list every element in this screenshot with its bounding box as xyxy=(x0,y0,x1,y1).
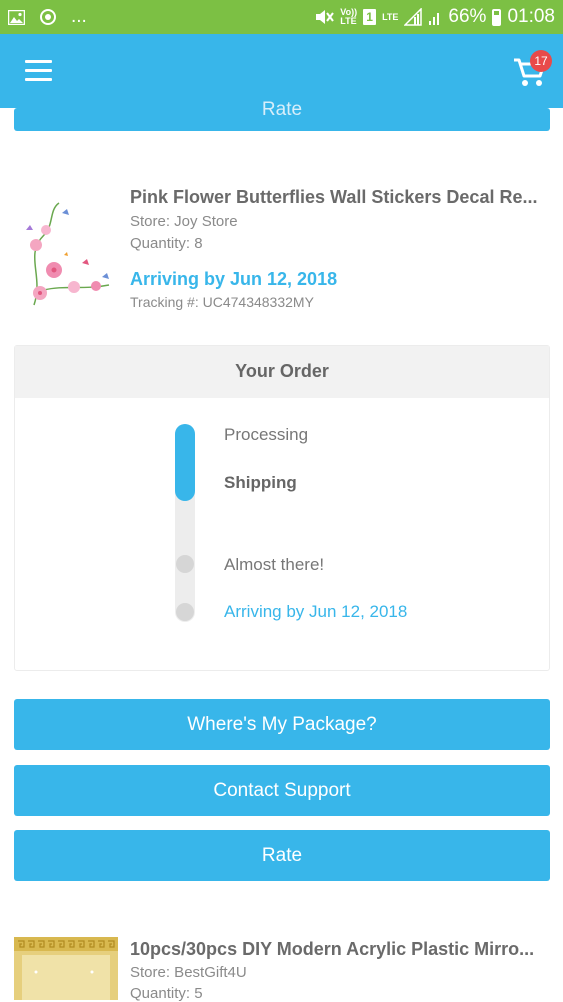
sync-icon xyxy=(40,9,56,25)
rate-button[interactable]: Rate xyxy=(14,830,550,881)
product-store-2: Store: BestGift4U xyxy=(130,964,247,981)
network-type: LTE xyxy=(382,11,399,22)
rate-button-previous[interactable]: Rate xyxy=(14,100,550,131)
volte-lte-label: LTE xyxy=(340,16,357,26)
mute-icon xyxy=(316,10,335,24)
menu-icon[interactable] xyxy=(25,60,52,82)
app-bar xyxy=(0,34,563,108)
signal-2-icon xyxy=(429,13,440,25)
step-almost-there: Almost there! xyxy=(224,555,325,574)
clock: 01:08 xyxy=(507,6,555,27)
sim-indicator: 1 xyxy=(363,9,377,25)
signal-icon xyxy=(404,8,423,26)
arrival-date: Arriving by Jun 12, 2018 xyxy=(130,269,338,289)
order-status-card: Your Order Processing Shipping Almost th… xyxy=(14,345,550,671)
product-title-2[interactable]: 10pcs/30pcs DIY Modern Acrylic Plastic M… xyxy=(130,939,548,960)
tracking-number: Tracking #: UC474348332MY xyxy=(130,294,314,310)
battery-icon xyxy=(492,8,502,26)
gallery-icon xyxy=(8,9,25,25)
product-store: Store: Joy Store xyxy=(130,213,238,230)
cart-count-badge: 17 xyxy=(530,50,552,72)
rate-button-previous-label: Rate xyxy=(261,99,303,120)
product-quantity: Quantity: 8 xyxy=(130,235,203,252)
volte-indicator: Vo)) LTE xyxy=(340,8,357,26)
product-title[interactable]: Pink Flower Butterflies Wall Stickers De… xyxy=(130,187,548,208)
step-shipping: Shipping xyxy=(224,473,297,492)
order-card-header: Your Order xyxy=(15,346,549,398)
product-thumbnail-mirror[interactable] xyxy=(14,937,118,1000)
status-bar: ... Vo)) LTE 1 LTE 66% 01:08 xyxy=(0,0,563,34)
step-processing: Processing xyxy=(224,425,309,444)
product-thumbnail-flowers[interactable] xyxy=(14,195,118,315)
wheres-my-package-button[interactable]: Where's My Package? xyxy=(14,699,550,750)
battery-percent: 66% xyxy=(448,6,487,27)
progress-dot-almost-there xyxy=(176,555,194,573)
product-quantity-2: Quantity: 5 xyxy=(130,985,203,1002)
progress-dot-arriving xyxy=(176,603,194,621)
status-overflow: ... xyxy=(71,6,87,27)
progress-fill xyxy=(175,424,195,501)
contact-support-button[interactable]: Contact Support xyxy=(14,765,550,816)
step-arriving: Arriving by Jun 12, 2018 xyxy=(224,602,408,621)
